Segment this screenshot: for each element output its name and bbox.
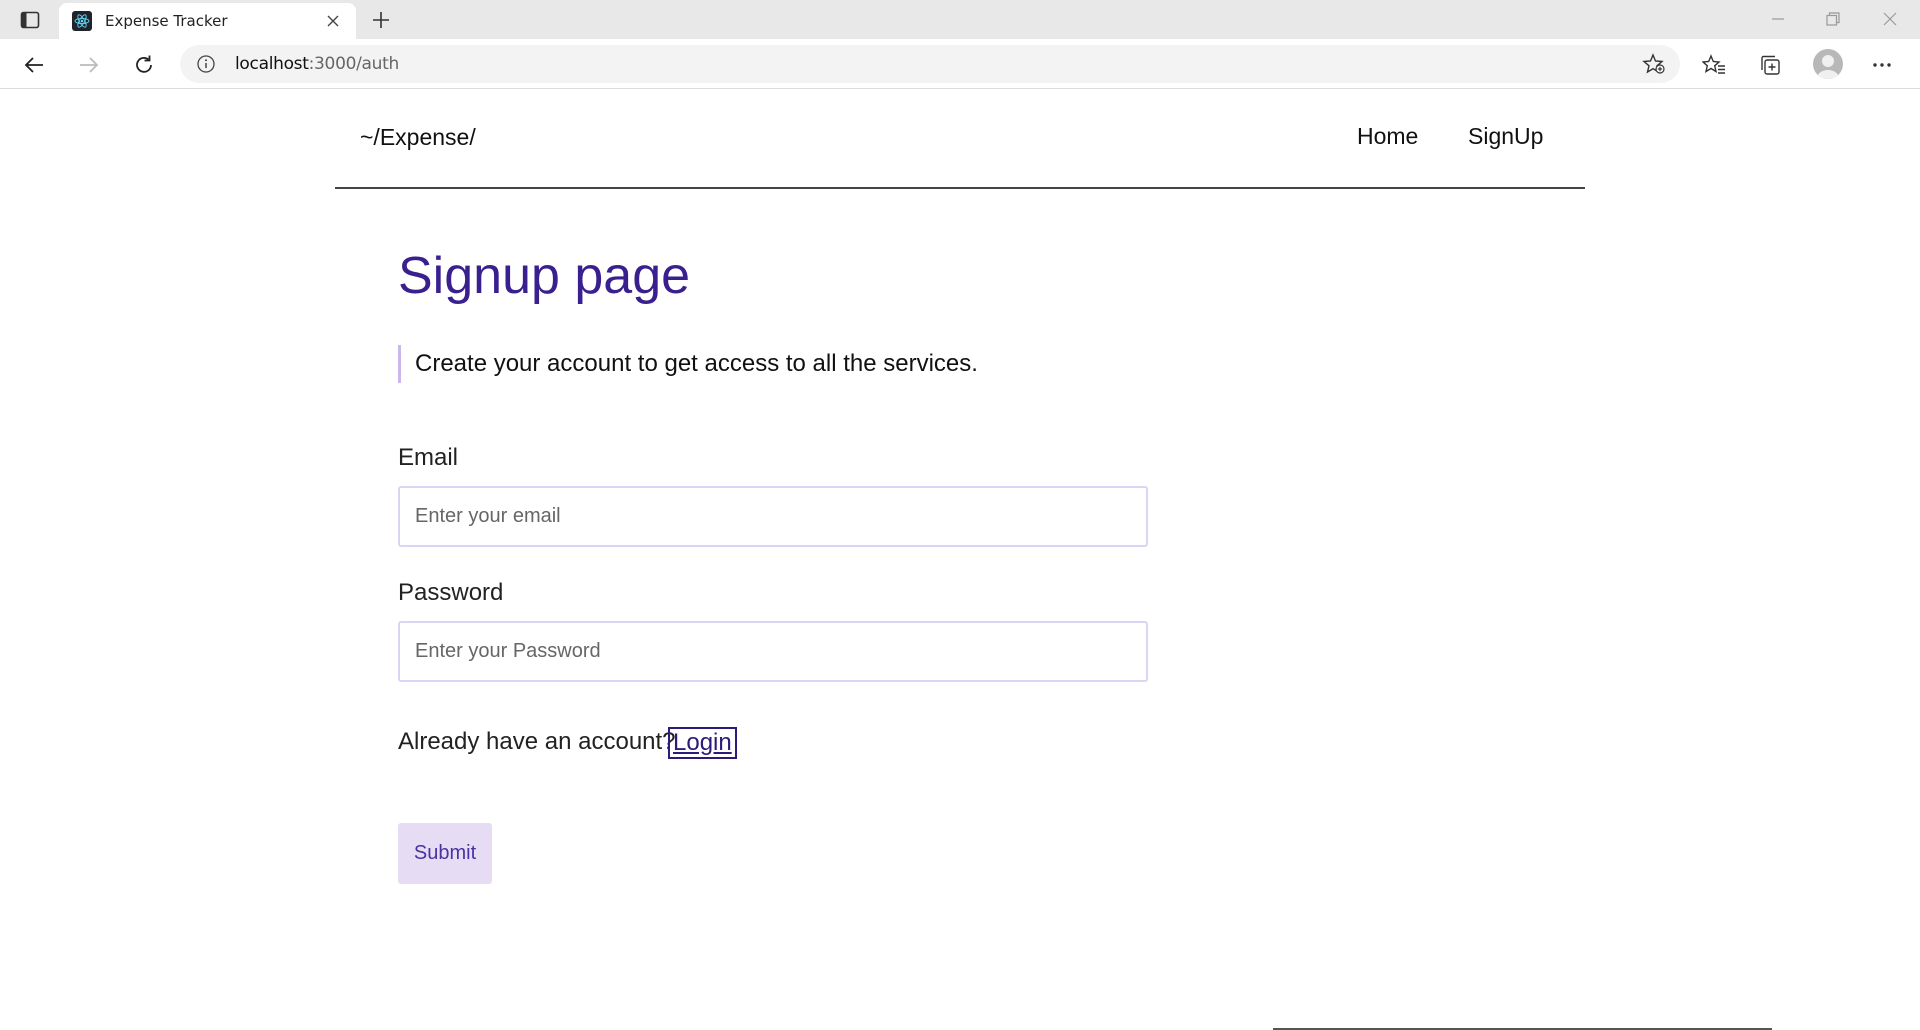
site-info-icon[interactable] [196,54,216,74]
nav-link-home[interactable]: Home [1357,123,1418,150]
close-tab-icon[interactable] [324,12,342,30]
forward-icon[interactable] [73,49,105,81]
site-navbar: ~/Expense/ Home SignUp [335,90,1585,189]
login-link[interactable]: Login [668,727,737,759]
submit-button[interactable]: Submit [398,823,492,884]
new-tab-icon[interactable] [368,8,394,32]
favorites-icon[interactable] [1698,49,1730,81]
collections-icon[interactable] [1754,49,1786,81]
page-title: Signup page [398,247,691,305]
minimize-icon[interactable] [1758,5,1798,33]
browser-toolbar: localhost:3000/auth [0,39,1920,89]
password-field[interactable] [398,621,1148,682]
address-bar[interactable]: localhost:3000/auth [180,45,1680,83]
email-field[interactable] [398,486,1148,547]
already-account-text: Already have an account? [398,728,676,755]
url-text[interactable]: localhost:3000/auth [235,54,399,74]
password-label: Password [398,579,504,606]
profile-avatar-icon[interactable] [1813,49,1843,79]
tab-actions-icon[interactable] [14,8,46,32]
browser-tab[interactable]: Expense Tracker [59,3,356,39]
react-favicon-icon [72,11,92,31]
add-favorite-icon[interactable] [1642,53,1666,75]
brand-logo[interactable]: ~/Expense/ [360,124,476,151]
restore-icon[interactable] [1813,5,1853,33]
nav-link-signup[interactable]: SignUp [1468,123,1543,150]
page-subtitle: Create your account to get access to all… [398,345,978,383]
reload-icon[interactable] [128,49,160,81]
email-label: Email [398,444,459,471]
close-window-icon[interactable] [1870,5,1910,33]
back-icon[interactable] [18,49,50,81]
more-options-icon[interactable] [1866,49,1898,81]
tab-title: Expense Tracker [105,12,228,30]
browser-tab-strip: Expense Tracker [0,0,1920,39]
